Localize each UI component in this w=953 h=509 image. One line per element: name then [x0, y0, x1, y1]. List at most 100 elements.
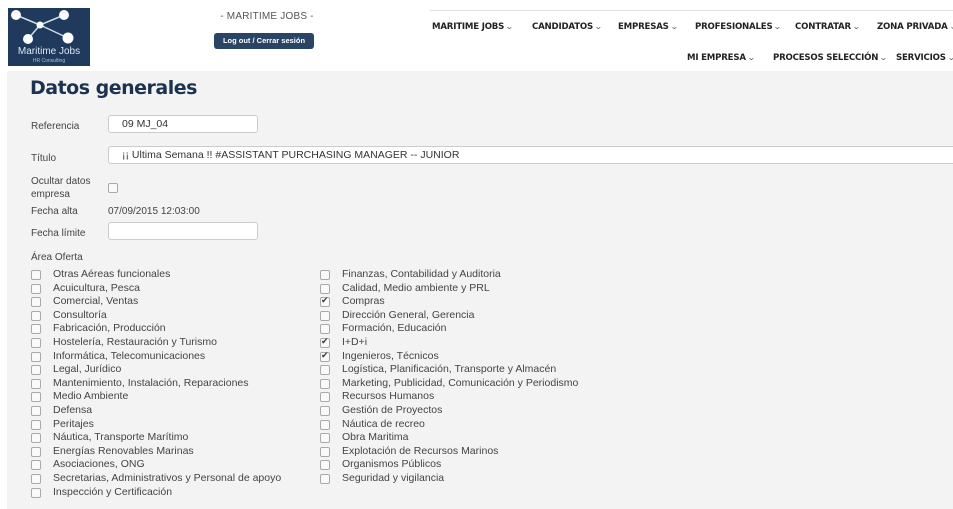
area-checkbox[interactable] — [31, 406, 41, 416]
area-checkbox[interactable] — [320, 295, 330, 308]
area-checkbox[interactable] — [31, 310, 41, 321]
maritime-jobs-logo[interactable]: Maritime Jobs HR Consulting — [8, 8, 90, 66]
area-checkbox[interactable] — [31, 433, 41, 444]
area-checkbox[interactable] — [320, 433, 330, 444]
area-option-label: Mantenimiento, Instalación, Reparaciones — [53, 376, 249, 389]
area-option-label: Hostelería, Restauración y Turismo — [53, 336, 217, 348]
nav-procesos-seleccion[interactable]: PROCESOS SELECCIÓN⌄ — [773, 53, 888, 63]
chevron-down-icon: ⌄ — [947, 53, 953, 62]
brand-text: - MARITIME JOBS - — [220, 11, 314, 22]
area-option-label: Compras — [342, 295, 385, 308]
area-option-label: Náutica de recreo — [342, 417, 425, 430]
area-checkbox[interactable] — [320, 474, 330, 484]
fecha-limite-label: Fecha límite — [31, 228, 86, 239]
page-title: Datos generales — [30, 77, 197, 99]
chevron-down-icon: ⌄ — [505, 22, 514, 31]
area-checkbox[interactable] — [31, 283, 41, 294]
area-checkbox[interactable] — [31, 392, 41, 403]
area-option-label: Finanzas, Contabilidad y Auditoria — [342, 268, 501, 280]
nav-candidatos[interactable]: CANDIDATOS⌄ — [532, 22, 603, 32]
area-option-label: Calidad, Medio ambiente y PRL — [342, 281, 490, 294]
nav-profesionales[interactable]: PROFESIONALES⌄ — [695, 22, 782, 32]
site-header: Maritime Jobs HR Consulting - MARITIME J… — [0, 0, 953, 72]
area-checkbox[interactable] — [320, 419, 330, 430]
area-option-label: Seguridad y vigilancia — [342, 472, 445, 484]
area-checkbox[interactable] — [31, 446, 41, 457]
area-option-label: Formación, Educación — [342, 322, 447, 335]
area-option-label: Informática, Telecomunicaciones — [53, 349, 206, 362]
chevron-down-icon: ⌄ — [593, 22, 603, 31]
area-option-label: Explotación de Recursos Marinos — [342, 444, 499, 457]
ocultar-label-line2: empresa — [31, 189, 70, 200]
area-option-label: I+D+i — [342, 336, 368, 348]
area-option-label: Fabricación, Producción — [53, 322, 166, 335]
referencia-input[interactable]: 09 MJ_04 — [108, 115, 258, 133]
area-checkbox[interactable] — [320, 283, 330, 294]
area-option-label: Acuicultura, Pesca — [53, 281, 140, 294]
area-checkbox[interactable] — [320, 310, 330, 321]
fecha-alta-label: Fecha alta — [31, 206, 78, 217]
area-checkbox[interactable] — [320, 336, 330, 348]
nav-zona-privada[interactable]: ZONA PRIVADA⌄ — [877, 22, 953, 32]
area-option-label: Marketing, Publicidad, Comunicación y Pe… — [342, 376, 579, 389]
area-option-label: Organismos Públicos — [342, 458, 442, 471]
chevron-down-icon: ⌄ — [879, 53, 888, 62]
logo-name: Maritime Jobs — [17, 46, 81, 57]
area-oferta-label: Área Oferta — [31, 252, 83, 263]
area-option-label: Otras Aéreas funcionales — [53, 268, 171, 280]
nav-contratar[interactable]: CONTRATAR⌄ — [795, 22, 861, 32]
area-checkbox[interactable] — [320, 324, 330, 335]
titulo-input[interactable]: ¡¡ Ultima Semana !! #ASSISTANT PURCHASIN… — [108, 146, 953, 164]
area-option-label: Legal, Jurídico — [53, 363, 122, 376]
area-checkbox[interactable] — [320, 392, 330, 403]
fecha-limite-input[interactable] — [108, 222, 258, 240]
logo-subtitle: HR Consulting — [32, 58, 66, 64]
area-option-label: Medio Ambiente — [53, 390, 129, 403]
area-checkbox[interactable] — [31, 365, 41, 376]
area-option-label: Secretarias, Administrativos y Personal … — [53, 472, 282, 484]
area-option-label: Ingenieros, Técnicos — [342, 349, 439, 362]
area-checkbox[interactable] — [31, 419, 41, 430]
area-option-label: Náutica, Transporte Marítimo — [53, 431, 189, 444]
fecha-alta-value: 07/09/2015 12:03:00 — [108, 206, 200, 217]
titulo-label: Título — [31, 153, 57, 164]
area-checkbox[interactable] — [31, 378, 41, 389]
network-nodes-icon — [11, 10, 74, 44]
area-checkbox[interactable] — [320, 270, 330, 280]
area-checkbox[interactable] — [320, 350, 330, 362]
area-checkbox[interactable] — [320, 378, 330, 389]
area-option-label: Gestión de Proyectos — [342, 404, 443, 416]
area-option-label: Logística, Planificación, Transporte y A… — [342, 363, 557, 376]
area-option-label: Asociaciones, ONG — [53, 458, 145, 471]
chevron-down-icon: ⌄ — [669, 22, 679, 31]
chevron-down-icon: ⌄ — [773, 22, 782, 31]
area-checkbox[interactable] — [31, 474, 41, 484]
area-checkbox[interactable] — [320, 406, 330, 416]
area-checkbox[interactable] — [320, 446, 330, 457]
area-checkbox[interactable] — [31, 351, 41, 362]
nav-mi-empresa[interactable]: MI EMPRESA⌄ — [687, 53, 756, 63]
nav-maritime-jobs[interactable]: MARITIME JOBS⌄ — [432, 22, 514, 32]
area-checkbox[interactable] — [31, 270, 41, 280]
referencia-label: Referencia — [31, 121, 80, 132]
area-checkbox[interactable] — [31, 324, 41, 335]
area-option-label: Obra Maritima — [342, 431, 409, 444]
area-option-label: Inspección y Certificación — [53, 485, 173, 498]
area-checkbox[interactable] — [31, 338, 41, 348]
area-checkbox[interactable] — [31, 297, 41, 308]
ocultar-datos-checkbox[interactable] — [108, 183, 118, 193]
chevron-down-icon: ⌄ — [851, 22, 861, 31]
area-checkbox[interactable] — [320, 365, 330, 376]
nav-servicios[interactable]: SERVICIOS⌄ — [896, 53, 953, 63]
area-option-label: Peritajes — [53, 417, 94, 430]
ocultar-label-line1: Ocultar datos — [31, 176, 91, 187]
area-checkbox[interactable] — [31, 460, 41, 471]
area-option-label: Defensa — [53, 404, 93, 416]
logout-button[interactable]: Log out / Cerrar sesión — [214, 33, 314, 49]
chevron-down-icon: ⌄ — [746, 53, 756, 62]
nav-empresas[interactable]: EMPRESAS⌄ — [618, 22, 679, 32]
area-checkbox[interactable] — [31, 487, 41, 498]
area-checkbox[interactable] — [320, 460, 330, 471]
area-option-label: Comercial, Ventas — [53, 295, 139, 308]
header-divider — [430, 10, 953, 11]
